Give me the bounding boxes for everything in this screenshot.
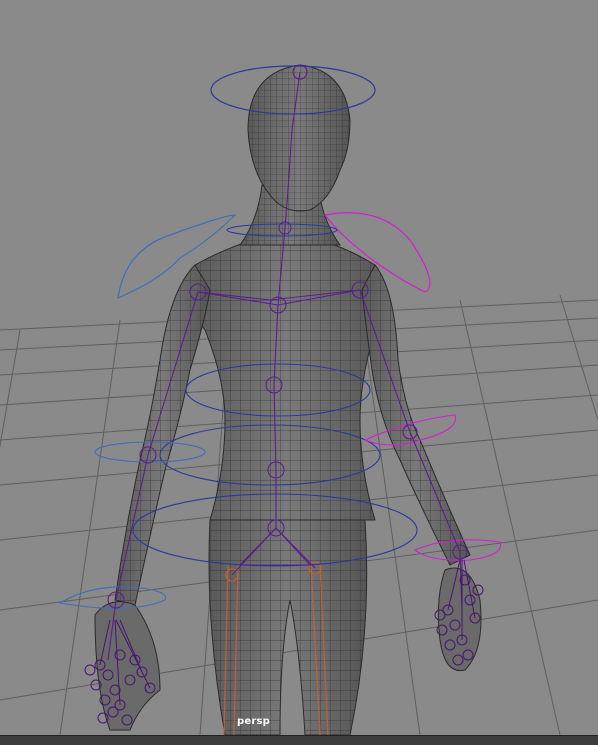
- maya-perspective-viewport[interactable]: persp: [0, 0, 598, 745]
- body-mesh[interactable]: [94, 64, 482, 735]
- scene-canvas[interactable]: [0, 0, 598, 735]
- camera-label: persp: [237, 716, 270, 727]
